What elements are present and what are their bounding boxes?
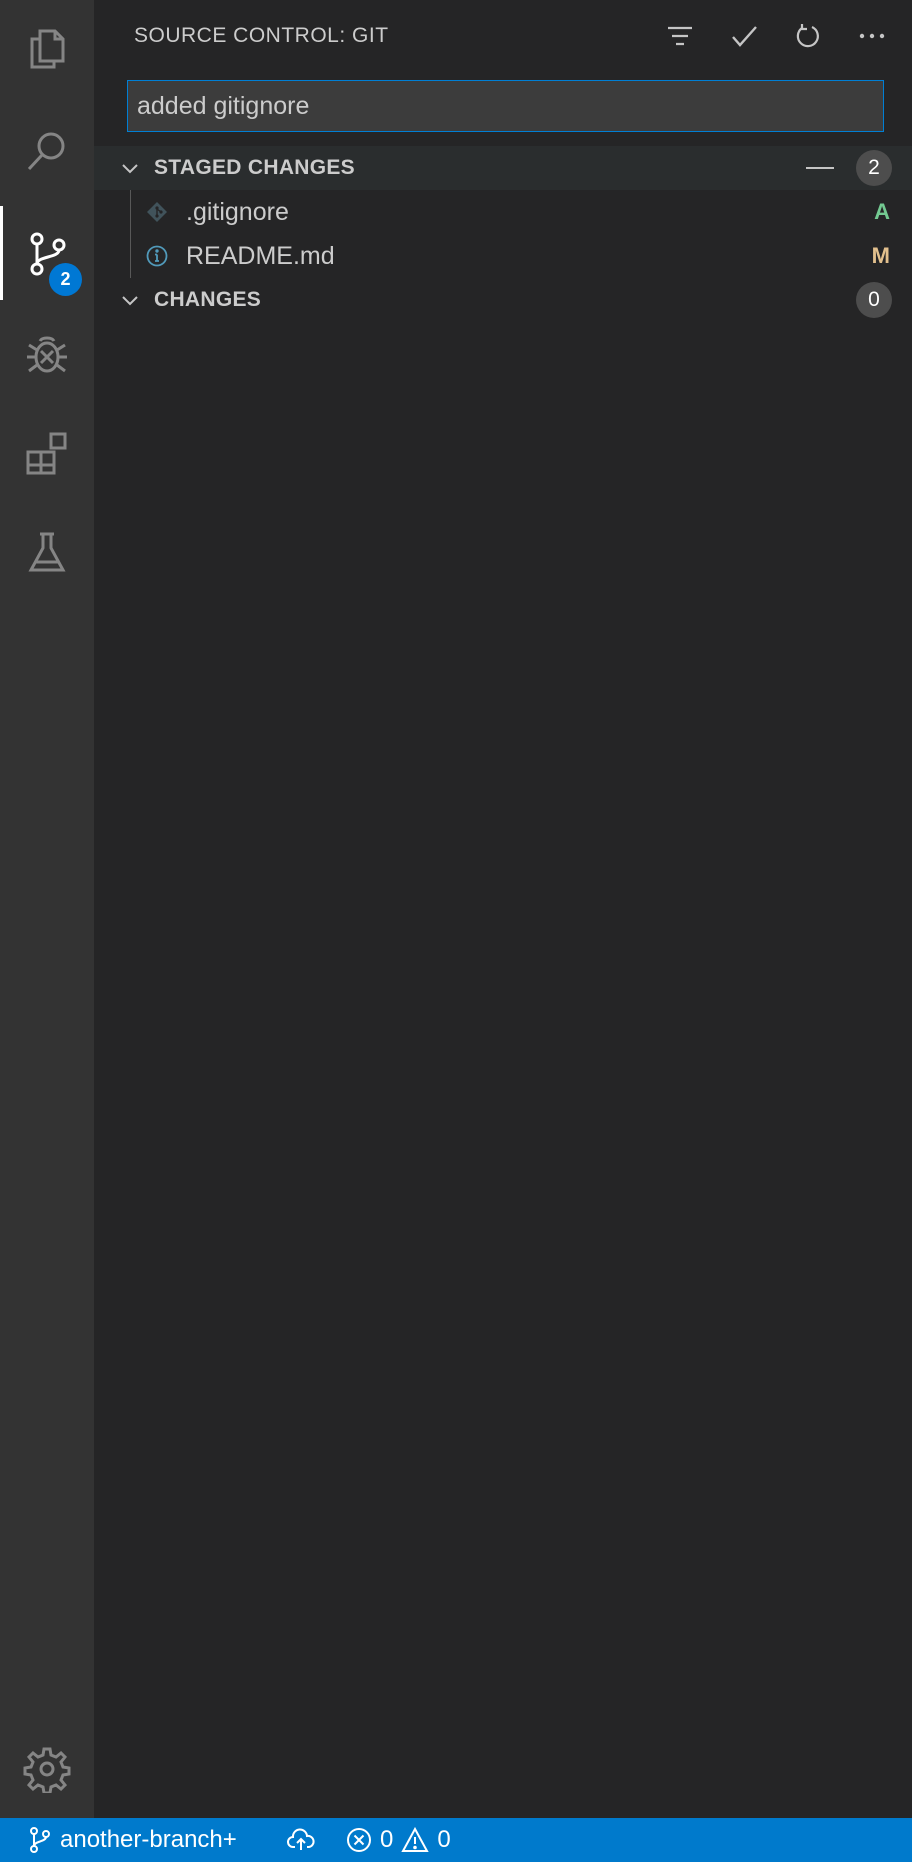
file-status-modified: M (871, 243, 890, 268)
extensions-icon (26, 432, 67, 475)
debug-icon (27, 336, 67, 373)
branch-name: another-branch+ (60, 1826, 237, 1853)
activity-source-control[interactable]: 2 (0, 206, 94, 300)
error-icon (347, 1828, 371, 1852)
staged-count-badge: 2 (856, 150, 892, 186)
cloud-upload-icon (287, 1828, 315, 1850)
panel-title: SOURCE CONTROL: GIT (134, 24, 389, 47)
chevron-down-icon (122, 296, 138, 306)
publish-branch-button[interactable] (286, 1818, 316, 1862)
source-control-badge: 2 (49, 263, 82, 296)
check-icon (732, 26, 757, 47)
staged-changes-title: STAGED CHANGES (154, 156, 355, 179)
status-bar: another-branch+ 0 0 (0, 1818, 912, 1862)
activity-debug[interactable] (0, 306, 94, 400)
error-count: 0 (380, 1826, 394, 1853)
staged-file-readme[interactable]: README.md M (94, 234, 912, 278)
git-branch-icon (30, 1827, 50, 1853)
testing-icon (28, 532, 66, 572)
commit-button[interactable] (722, 16, 766, 56)
git-file-icon (147, 202, 167, 222)
activity-explorer[interactable] (0, 2, 94, 96)
view-as-tree-button[interactable] (658, 16, 702, 56)
staged-file-gitignore[interactable]: .gitignore A (94, 190, 912, 234)
branch-status-item[interactable]: another-branch+ (28, 1818, 237, 1862)
files-icon (30, 29, 65, 69)
changes-count-badge: 0 (856, 282, 892, 318)
changes-title: CHANGES (154, 288, 262, 311)
search-icon (27, 132, 65, 171)
source-control-panel: SOURCE CONTROL: GIT added gitignore STAG… (94, 0, 912, 1818)
more-actions-button[interactable] (850, 16, 894, 56)
ellipsis-icon (859, 33, 885, 39)
commit-message-input[interactable] (127, 80, 884, 132)
warning-count: 0 (437, 1826, 451, 1853)
minus-icon (806, 167, 834, 169)
activity-search[interactable] (0, 104, 94, 198)
refresh-icon (796, 24, 819, 48)
file-name: README.md (186, 241, 335, 270)
gear-icon (23, 1747, 71, 1793)
activity-settings[interactable] (0, 1722, 94, 1816)
chevron-down-icon (122, 164, 138, 174)
panel-header: SOURCE CONTROL: GIT (94, 0, 912, 72)
activity-bar: 2 (0, 0, 94, 1818)
unstage-all-button[interactable] (800, 156, 840, 180)
changes-header[interactable]: CHANGES 0 (94, 278, 912, 322)
vscode-window: 2 SOURCE CONTROL: GIT added gitignore ST… (0, 0, 912, 1862)
refresh-button[interactable] (786, 16, 830, 56)
activity-testing[interactable] (0, 506, 94, 600)
filter-lines-icon (668, 26, 692, 46)
activity-extensions[interactable] (0, 406, 94, 500)
problems-status-item[interactable]: 0 0 (346, 1818, 451, 1862)
staged-changes-header[interactable]: STAGED CHANGES 2 (94, 146, 912, 190)
file-name: .gitignore (186, 197, 289, 226)
info-icon (146, 245, 168, 267)
warning-icon (401, 1827, 430, 1852)
header-actions (658, 16, 894, 56)
file-status-added: A (874, 199, 890, 224)
